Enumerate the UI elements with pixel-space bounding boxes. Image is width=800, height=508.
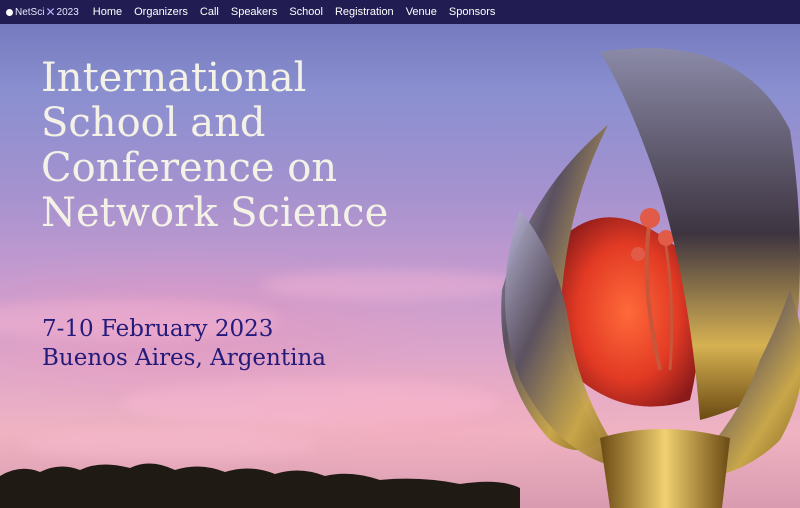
hero-title-line: International [41,55,307,101]
nav-school[interactable]: School [289,6,323,18]
top-navbar: NetSci ✕ 2023 Home Organizers Call Speak… [0,0,800,24]
nav-registration[interactable]: Registration [335,6,394,18]
nav-venue[interactable]: Venue [406,6,437,18]
cloud [260,270,520,300]
cloud [120,380,500,426]
event-date: 7-10 February 2023 [42,316,274,342]
logo-year: 2023 [56,6,79,18]
netsci-logo[interactable]: NetSci ✕ 2023 [6,0,79,24]
hero-title-line: Conference on [41,145,338,191]
logo-brand: NetSci [15,6,45,18]
hero-title-line: School and [41,100,266,146]
event-location: Buenos Aires, Argentina [42,345,326,371]
logo-globe-icon [6,8,13,16]
nav-call[interactable]: Call [200,6,219,18]
nav-home[interactable]: Home [93,6,122,18]
hero-title-line: Network Science [41,190,389,236]
nav-sponsors[interactable]: Sponsors [449,6,495,18]
floralis-sculpture-image [501,48,800,508]
logo-x-mark-icon: ✕ [45,5,56,19]
treeline-silhouette [0,463,520,508]
cloud [20,430,320,460]
hero-title: International School and Conference on N… [41,56,461,236]
nav-speakers[interactable]: Speakers [231,6,277,18]
nav-organizers[interactable]: Organizers [134,6,188,18]
